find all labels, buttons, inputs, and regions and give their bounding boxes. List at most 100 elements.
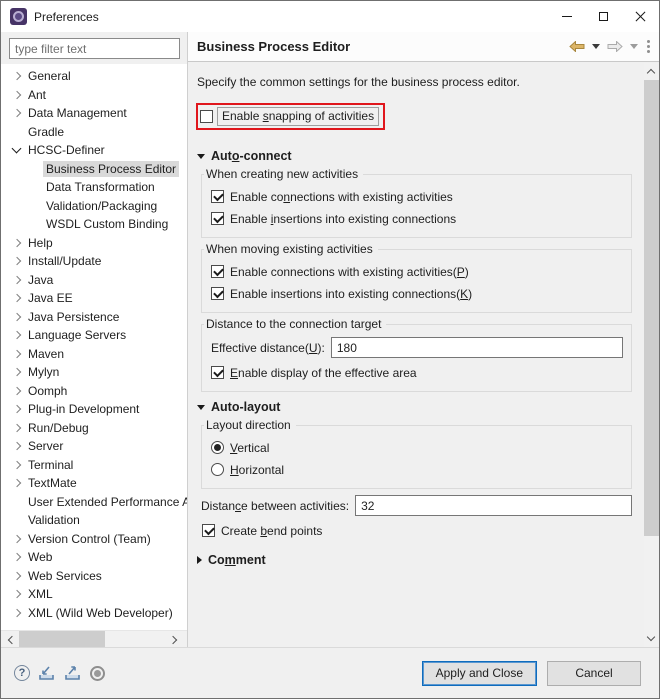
- effective-distance-input[interactable]: [330, 337, 623, 358]
- radio-label[interactable]: Vertical: [230, 441, 269, 455]
- vertical-radio[interactable]: [211, 441, 224, 454]
- sidebar-item[interactable]: TextMate: [1, 474, 187, 493]
- tree-chevron-icon[interactable]: [9, 235, 25, 251]
- tree-chevron-icon[interactable]: [9, 346, 25, 362]
- sidebar-item[interactable]: XML: [1, 585, 187, 604]
- sidebar-item[interactable]: Web: [1, 548, 187, 567]
- tree-chevron-icon[interactable]: [9, 142, 25, 158]
- tree-chevron-icon[interactable]: [9, 475, 25, 491]
- checkbox-label[interactable]: Enable connections with existing activit…: [230, 265, 469, 279]
- import-preferences-icon[interactable]: [38, 665, 56, 681]
- tree-chevron-icon[interactable]: [9, 364, 25, 380]
- sidebar-item[interactable]: Web Services: [1, 567, 187, 586]
- tree-chevron-icon[interactable]: [9, 290, 25, 306]
- sidebar-item[interactable]: Business Process Editor: [1, 160, 187, 179]
- section-comment[interactable]: Comment: [197, 553, 634, 567]
- tree-chevron-icon[interactable]: [9, 105, 25, 121]
- horizontal-radio[interactable]: [211, 463, 224, 476]
- help-icon[interactable]: ?: [14, 665, 30, 681]
- connections-moving-checkbox[interactable]: [211, 265, 224, 278]
- tree-chevron-icon[interactable]: [9, 457, 25, 473]
- sidebar-item[interactable]: HCSC-Definer: [1, 141, 187, 160]
- snapping-checkbox-label[interactable]: Enable snapping of activities: [217, 107, 380, 126]
- checkbox-label[interactable]: Enable display of the effective area: [230, 366, 417, 380]
- effective-area-checkbox[interactable]: [211, 366, 224, 379]
- insertions-new-checkbox[interactable]: [211, 212, 224, 225]
- sidebar-item[interactable]: Server: [1, 437, 187, 456]
- radio-label[interactable]: Horizontal: [230, 463, 284, 477]
- tree-chevron-icon[interactable]: [9, 87, 25, 103]
- view-menu-icon[interactable]: [647, 40, 650, 53]
- sidebar-item[interactable]: Data Management: [1, 104, 187, 123]
- bend-points-checkbox[interactable]: [202, 524, 215, 537]
- tree-chevron-icon[interactable]: [9, 494, 25, 510]
- checkbox-label[interactable]: Enable insertions into existing connecti…: [230, 212, 456, 226]
- tree-chevron-icon[interactable]: [9, 586, 25, 602]
- sidebar-item[interactable]: Oomph: [1, 382, 187, 401]
- checkbox-label[interactable]: Create bend points: [221, 524, 322, 538]
- sidebar-item[interactable]: Help: [1, 234, 187, 253]
- section-auto-connect[interactable]: Auto-connect: [197, 149, 634, 163]
- sidebar-item[interactable]: Java: [1, 271, 187, 290]
- scroll-down-icon[interactable]: [646, 633, 656, 643]
- tree-chevron-icon[interactable]: [27, 216, 43, 232]
- tree-chevron-icon[interactable]: [9, 68, 25, 84]
- sidebar-item[interactable]: Language Servers: [1, 326, 187, 345]
- back-arrow-icon[interactable]: [569, 41, 585, 52]
- sidebar-item[interactable]: Mylyn: [1, 363, 187, 382]
- tree-chevron-icon[interactable]: [9, 605, 25, 621]
- forward-history-dropdown-icon[interactable]: [630, 44, 638, 49]
- content-vertical-scrollbar[interactable]: [644, 63, 659, 647]
- sidebar-item[interactable]: Install/Update: [1, 252, 187, 271]
- sidebar-item[interactable]: Run/Debug: [1, 419, 187, 438]
- sidebar-item[interactable]: WSDL Custom Binding: [1, 215, 187, 234]
- tree-chevron-icon[interactable]: [27, 198, 43, 214]
- sidebar-item[interactable]: Java EE: [1, 289, 187, 308]
- tree-chevron-icon[interactable]: [27, 179, 43, 195]
- tree-chevron-icon[interactable]: [9, 401, 25, 417]
- scroll-right-icon[interactable]: [169, 634, 179, 644]
- forward-arrow-icon[interactable]: [607, 41, 623, 52]
- close-button[interactable]: [622, 1, 659, 32]
- scroll-left-icon[interactable]: [6, 634, 16, 644]
- preference-recorder-icon[interactable]: [90, 665, 105, 681]
- tree-chevron-icon[interactable]: [9, 420, 25, 436]
- maximize-button[interactable]: [585, 1, 622, 32]
- snapping-checkbox[interactable]: [200, 110, 213, 123]
- insertions-moving-checkbox[interactable]: [211, 287, 224, 300]
- scrollbar-thumb[interactable]: [644, 80, 659, 536]
- distance-between-input[interactable]: [355, 495, 632, 516]
- checkbox-label[interactable]: Enable insertions into existing connecti…: [230, 287, 472, 301]
- sidebar-item[interactable]: Maven: [1, 345, 187, 364]
- sidebar-item[interactable]: Terminal: [1, 456, 187, 475]
- minimize-button[interactable]: [548, 1, 585, 32]
- tree-chevron-icon[interactable]: [9, 309, 25, 325]
- tree-chevron-icon[interactable]: [9, 531, 25, 547]
- sidebar-item[interactable]: General: [1, 67, 187, 86]
- section-auto-layout[interactable]: Auto-layout: [197, 400, 634, 414]
- connections-new-checkbox[interactable]: [211, 190, 224, 203]
- sidebar-item[interactable]: Validation: [1, 511, 187, 530]
- filter-input[interactable]: [9, 38, 180, 59]
- sidebar-item[interactable]: XML (Wild Web Developer): [1, 604, 187, 623]
- tree-chevron-icon[interactable]: [9, 568, 25, 584]
- tree-chevron-icon[interactable]: [9, 272, 25, 288]
- sidebar-item[interactable]: User Extended Performance A: [1, 493, 187, 512]
- back-history-dropdown-icon[interactable]: [592, 44, 600, 49]
- sidebar-item[interactable]: Plug-in Development: [1, 400, 187, 419]
- tree-chevron-icon[interactable]: [9, 253, 25, 269]
- sidebar-item[interactable]: Validation/Packaging: [1, 197, 187, 216]
- sidebar-item[interactable]: Gradle: [1, 123, 187, 142]
- tree-chevron-icon[interactable]: [9, 549, 25, 565]
- tree-chevron-icon[interactable]: [27, 161, 43, 177]
- sidebar-item[interactable]: Ant: [1, 86, 187, 105]
- cancel-button[interactable]: Cancel: [547, 660, 641, 686]
- sidebar-item[interactable]: Version Control (Team): [1, 530, 187, 549]
- checkbox-label[interactable]: Enable connections with existing activit…: [230, 190, 453, 204]
- tree-chevron-icon[interactable]: [9, 327, 25, 343]
- tree-chevron-icon[interactable]: [9, 438, 25, 454]
- scroll-up-icon[interactable]: [646, 67, 656, 77]
- tree-horizontal-scrollbar[interactable]: [1, 630, 187, 648]
- sidebar-item[interactable]: Data Transformation: [1, 178, 187, 197]
- sidebar-item[interactable]: Java Persistence: [1, 308, 187, 327]
